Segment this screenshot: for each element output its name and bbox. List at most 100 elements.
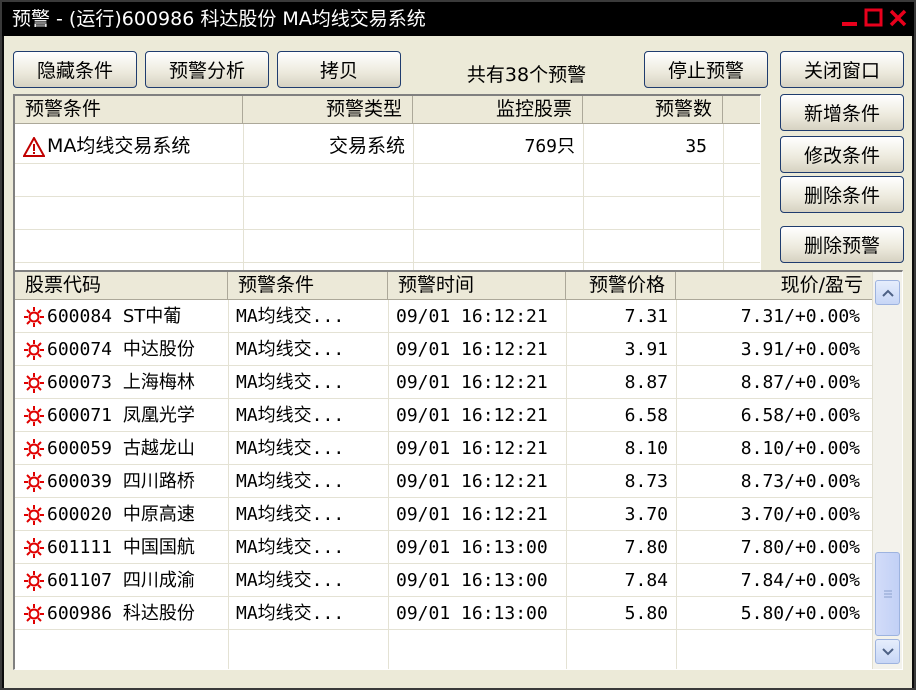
alert-analysis-button[interactable]: 预警分析: [145, 51, 269, 88]
condition-type: 交易系统: [328, 135, 405, 157]
stock-name: 凤凰光学: [122, 405, 195, 426]
alert-window: 预警 - (运行)600986 科达股份 MA均线交易系统 隐藏条件 预警分析 …: [0, 0, 916, 690]
condition-count: 35: [685, 136, 707, 157]
current-pnl-cell: 8.10/+0.00%: [740, 438, 860, 459]
close-button[interactable]: [886, 6, 910, 30]
maximize-button[interactable]: [862, 6, 886, 30]
title-bar[interactable]: 预警 - (运行)600986 科达股份 MA均线交易系统: [2, 2, 914, 36]
minimize-icon: [842, 22, 857, 26]
header-alert-price[interactable]: 预警价格: [566, 272, 676, 300]
alert-burst-icon: [24, 307, 44, 327]
header-alert-count[interactable]: 预警数: [583, 96, 723, 124]
current-pnl-cell: 3.91/+0.00%: [740, 339, 860, 360]
stock-name: 四川路桥: [122, 471, 195, 492]
minimize-button[interactable]: [838, 6, 862, 30]
alert-time-cell: 09/01 16:12:21: [396, 405, 548, 426]
alert-condition-cell: MA均线交...: [236, 603, 345, 624]
stock-code-cell: 601107 四川成渝: [17, 564, 228, 597]
stock-code: 600084: [47, 306, 113, 327]
alert-burst-icon: [24, 571, 44, 591]
alerts-table[interactable]: 股票代码 预警条件 预警时间 预警价格 现价/盈亏 600084 ST中葡 MA均…: [13, 270, 903, 670]
window-title: 预警 - (运行)600986 科达股份 MA均线交易系统: [12, 8, 426, 30]
stock-code-cell: 600039 四川路桥: [17, 465, 228, 498]
header-monitored-stocks[interactable]: 监控股票: [413, 96, 583, 124]
header-current-pnl[interactable]: 现价/盈亏: [676, 272, 874, 300]
alerts-scrollbar[interactable]: [872, 272, 902, 669]
alert-burst-icon: [24, 373, 44, 393]
alert-time-cell: 09/01 16:12:21: [396, 372, 548, 393]
alert-time-cell: 09/01 16:12:21: [396, 471, 548, 492]
header-filler: [723, 96, 760, 124]
current-pnl-cell: 5.80/+0.00%: [740, 603, 860, 624]
stock-code: 601107: [47, 570, 113, 591]
stock-name: ST中葡: [122, 306, 182, 327]
chevron-down-icon: [881, 647, 894, 655]
alert-burst-icon: [24, 439, 44, 459]
stock-name: 上海梅林: [122, 372, 195, 393]
header-alert-condition[interactable]: 预警条件: [228, 272, 388, 300]
stock-code-cell: 600059 古越龙山: [17, 432, 228, 465]
scroll-down-button[interactable]: [875, 639, 900, 664]
condition-name-cell: MA均线交易系统: [17, 130, 243, 163]
stop-alert-button[interactable]: 停止预警: [644, 51, 768, 88]
scroll-thumb[interactable]: [875, 552, 900, 636]
close-icon: [889, 9, 907, 27]
alert-price-cell: 3.70: [624, 504, 668, 525]
alert-time-cell: 09/01 16:12:21: [396, 339, 548, 360]
close-window-button[interactable]: 关闭窗口: [780, 51, 904, 88]
alert-price-cell: 7.31: [624, 306, 668, 327]
current-pnl-cell: 8.87/+0.00%: [740, 372, 860, 393]
header-condition[interactable]: 预警条件: [15, 96, 243, 124]
stock-name: 中达股份: [122, 339, 195, 360]
delete-condition-button[interactable]: 删除条件: [780, 176, 904, 213]
alert-condition-cell: MA均线交...: [236, 405, 345, 426]
alert-price-cell: 7.80: [624, 537, 668, 558]
client-area: 隐藏条件 预警分析 拷贝 共有38个预警 停止预警 关闭窗口 新增条件 修改条件…: [4, 36, 912, 688]
hide-conditions-button[interactable]: 隐藏条件: [13, 51, 137, 88]
stock-code-cell: 600074 中达股份: [17, 333, 228, 366]
delete-alert-button[interactable]: 删除预警: [780, 226, 904, 263]
alert-condition-cell: MA均线交...: [236, 471, 345, 492]
alert-price-cell: 8.73: [624, 471, 668, 492]
stock-code-cell: 600986 科达股份: [17, 597, 228, 630]
alert-time-cell: 09/01 16:13:00: [396, 537, 548, 558]
alert-price-cell: 7.84: [624, 570, 668, 591]
stock-code-cell: 600020 中原高速: [17, 498, 228, 531]
header-alert-time[interactable]: 预警时间: [388, 272, 566, 300]
alert-burst-icon: [24, 472, 44, 492]
add-condition-button[interactable]: 新增条件: [780, 94, 904, 131]
stock-name: 中国国航: [122, 537, 195, 558]
stock-code: 601111: [47, 537, 113, 558]
alert-time-cell: 09/01 16:13:00: [396, 603, 548, 624]
stock-code-cell: 601111 中国国航: [17, 531, 228, 564]
stock-code-cell: 600084 ST中葡: [17, 300, 228, 333]
alert-burst-icon: [24, 406, 44, 426]
alert-price-cell: 3.91: [624, 339, 668, 360]
edit-condition-button[interactable]: 修改条件: [780, 136, 904, 173]
stock-code: 600074: [47, 339, 113, 360]
warning-triangle-icon: [23, 136, 45, 157]
stock-name: 古越龙山: [122, 438, 195, 459]
header-type[interactable]: 预警类型: [243, 96, 413, 124]
alert-price-cell: 5.80: [624, 603, 668, 624]
scroll-up-button[interactable]: [875, 280, 900, 305]
conditions-table[interactable]: 预警条件 预警类型 监控股票 预警数 MA均线交易系统 交易系统 769只 35: [13, 94, 761, 294]
alert-burst-icon: [24, 505, 44, 525]
stock-code: 600986: [47, 603, 113, 624]
stock-code-cell: 600071 凤凰光学: [17, 399, 228, 432]
alert-time-cell: 09/01 16:12:21: [396, 438, 548, 459]
alert-burst-icon: [24, 340, 44, 360]
copy-button[interactable]: 拷贝: [277, 51, 401, 88]
stock-code: 600071: [47, 405, 113, 426]
alert-count-label: 共有38个预警: [466, 64, 587, 86]
chevron-up-icon: [881, 289, 894, 297]
alert-condition-cell: MA均线交...: [236, 438, 345, 459]
stock-code: 600073: [47, 372, 113, 393]
alert-time-cell: 09/01 16:12:21: [396, 306, 548, 327]
current-pnl-cell: 3.70/+0.00%: [740, 504, 860, 525]
condition-name: MA均线交易系统: [47, 135, 191, 157]
header-stock-code[interactable]: 股票代码: [15, 272, 228, 300]
alert-burst-icon: [24, 604, 44, 624]
current-pnl-cell: 6.58/+0.00%: [740, 405, 860, 426]
current-pnl-cell: 8.73/+0.00%: [740, 471, 860, 492]
